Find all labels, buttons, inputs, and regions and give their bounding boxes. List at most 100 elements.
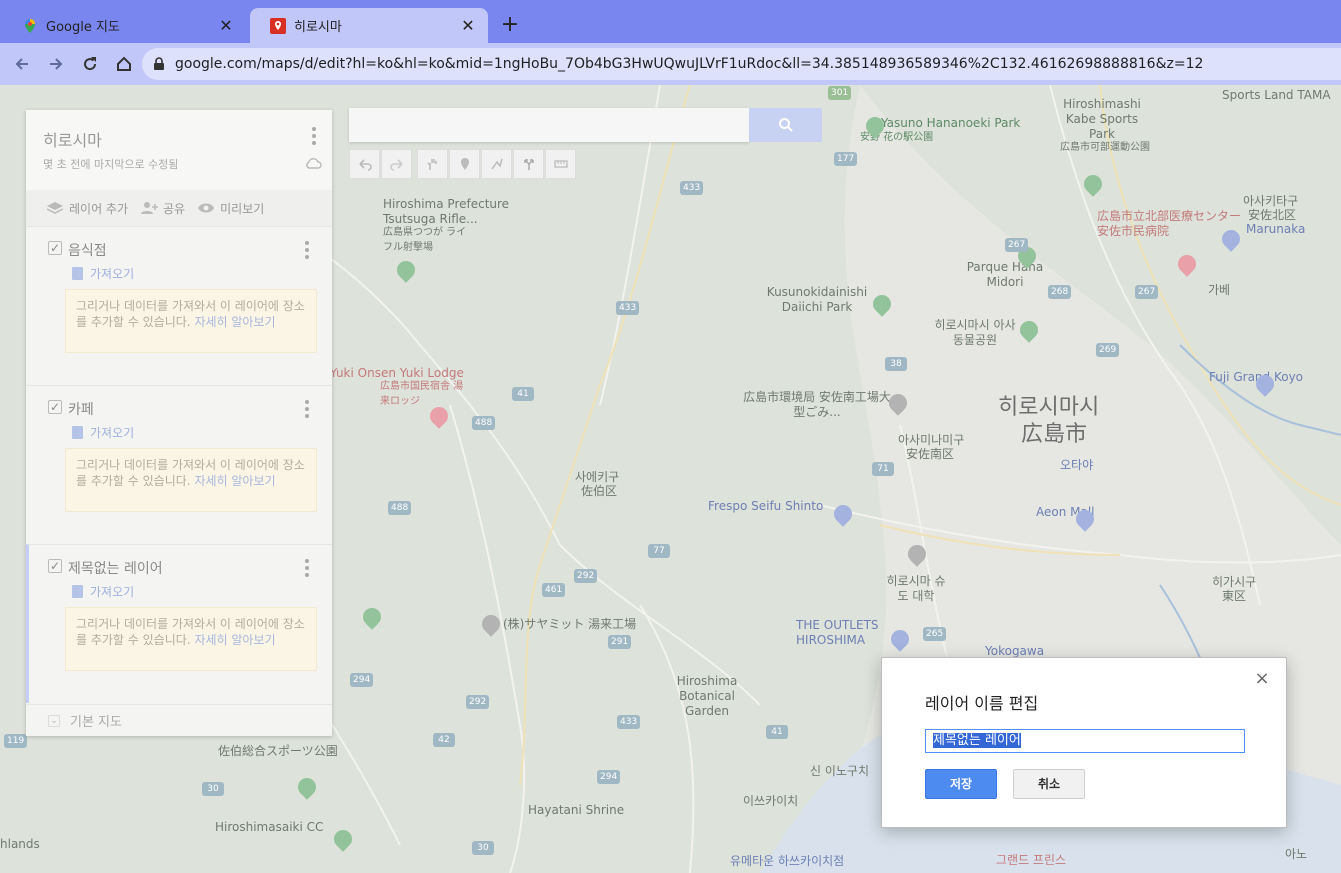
cancel-button[interactable]: 취소 [1013, 769, 1085, 799]
share-button[interactable]: 공유 [140, 200, 185, 217]
back-button[interactable] [6, 48, 38, 80]
base-map-toggle[interactable]: ⌄ 기본 지도 [26, 704, 332, 736]
map-label-saeki-sports: 佐伯総合スポーツ公園 [218, 744, 338, 758]
layer-visibility-checkbox[interactable]: ✓ [48, 559, 62, 573]
layer-name-input[interactable]: 제목없는 레이어 [925, 729, 1245, 753]
preview-button[interactable]: 미리보기 [197, 200, 264, 217]
route-shield: 294 [597, 770, 621, 784]
map-search-input[interactable] [349, 108, 749, 142]
layer-name[interactable]: 카페 [68, 399, 94, 419]
add-layer-button[interactable]: 레이어 추가 [46, 200, 128, 217]
learn-more-link[interactable]: 자세히 알아보기 [194, 474, 275, 488]
route-shield: 268 [1048, 285, 1072, 299]
layer-item-selected: ✓ 제목없는 레이어 가져오기 그리거나 데이터를 가져와서 이 레이어에 장소… [26, 544, 332, 703]
drawing-toolbar [349, 149, 577, 179]
route-shield: 292 [574, 569, 598, 583]
layer-name[interactable]: 음식점 [68, 240, 107, 260]
route-shield: 433 [617, 715, 641, 729]
draw-line-icon [490, 158, 503, 170]
route-shield: 71 [872, 462, 894, 476]
browser-tab-bar: Google 지도 ✕ 히로시마 ✕ + [0, 0, 1341, 43]
map-label-akitakita-jp: 安佐北区 [1248, 208, 1297, 222]
map-label-gabe: 가베 [1208, 283, 1231, 297]
learn-more-link[interactable]: 자세히 알아보기 [194, 315, 275, 329]
import-link[interactable]: 가져오기 [72, 265, 134, 282]
map-label-higashi-jp: 東区 [1222, 589, 1247, 603]
reload-button[interactable] [74, 48, 106, 80]
import-file-icon [72, 426, 83, 439]
import-label: 가져오기 [90, 426, 135, 440]
tab-google-maps[interactable]: Google 지도 ✕ [2, 8, 246, 43]
map-label-env: 広島市環境局 安佐南工場大型ごみ... [743, 390, 891, 419]
tab-close-icon[interactable]: ✕ [460, 16, 476, 35]
base-map-label: 기본 지도 [70, 715, 122, 730]
map-label-rifle-jp: 広島県つつが ライフル射撃場 [383, 227, 467, 253]
layer-empty-note: 그리거나 데이터를 가져와서 이 레이어에 장소를 추가할 수 있습니다. 자세… [65, 289, 317, 353]
tab-hiroshima[interactable]: 히로시마 ✕ [250, 8, 488, 43]
map-label-kabe-jp: 広島市可部運動公園 [1060, 142, 1150, 153]
learn-more-link[interactable]: 자세히 알아보기 [194, 633, 275, 647]
lock-icon [154, 57, 164, 70]
add-marker-button[interactable] [449, 149, 480, 179]
map-label-outlets: THE OUTLETS HIROSHIMA [796, 618, 879, 647]
forward-button[interactable] [40, 48, 72, 80]
save-button[interactable]: 저장 [925, 769, 997, 799]
redo-icon [389, 159, 403, 171]
layer-name[interactable]: 제목없는 레이어 [68, 558, 163, 578]
map-label-botanical: Hiroshima Botanical Garden [676, 674, 738, 718]
close-icon[interactable]: × [1254, 670, 1270, 688]
map-label-yuki-jp: 広島市国民宿舎 湯来ロッジ [380, 381, 464, 407]
selected-input-text: 제목없는 레이어 [933, 733, 1021, 748]
measure-button[interactable] [545, 149, 576, 179]
map-label-saeki: 사에키구 [575, 470, 620, 484]
route-shield: 41 [512, 387, 534, 401]
draw-line-button[interactable] [481, 149, 512, 179]
panel-actions: 레이어 추가 공유 미리보기 [26, 190, 332, 226]
panel-header: 히로시마 몇 초 전에 마지막으로 수정됨 [26, 110, 332, 190]
route-shield: 291 [608, 635, 632, 649]
layer-visibility-checkbox[interactable]: ✓ [48, 400, 62, 414]
new-tab-button[interactable]: + [498, 12, 522, 38]
map-title[interactable]: 히로시마 [43, 127, 102, 151]
map-label-hayatani: Hayatani Shrine [528, 803, 625, 817]
hand-icon [426, 159, 437, 170]
marker-icon [460, 158, 469, 170]
import-link[interactable]: 가져오기 [72, 583, 134, 600]
redo-button[interactable] [381, 149, 412, 179]
route-shield: 267 [1135, 285, 1159, 299]
route-shield: 269 [1096, 343, 1120, 357]
search-button[interactable] [749, 108, 822, 142]
map-label-grandprince: 그랜드 프린스 [996, 853, 1067, 867]
map-label-ohta: 오타야 [1060, 458, 1094, 472]
layer-options-menu-icon[interactable] [304, 400, 310, 418]
google-maps-favicon-icon [25, 18, 35, 33]
arrow-right-icon [50, 58, 63, 70]
undo-button[interactable] [349, 149, 380, 179]
cloud-saved-icon [306, 158, 322, 169]
layer-options-menu-icon[interactable] [304, 241, 310, 259]
add-layer-label: 레이어 추가 [69, 201, 129, 216]
route-shield: 42 [433, 733, 455, 747]
pan-tool-button[interactable] [417, 149, 448, 179]
map-label-sports-land: Sports Land TAMA [1222, 88, 1331, 102]
map-label-kabe: Hiroshimashi Kabe Sports Park [1063, 97, 1141, 141]
browser-toolbar: google.com/maps/d/edit?hl=ko&hl=ko&mid=1… [0, 43, 1341, 85]
layer-visibility-checkbox[interactable]: ✓ [48, 241, 62, 255]
layer-options-menu-icon[interactable] [304, 559, 310, 577]
my-maps-favicon-icon [270, 17, 286, 34]
map-label-city-jp: 広島市 [1021, 422, 1088, 447]
home-icon [117, 56, 131, 71]
home-button[interactable] [108, 48, 140, 80]
directions-button[interactable] [513, 149, 544, 179]
map-label-frespo: Frespo Seifu Shinto [708, 499, 824, 513]
route-shield: 30 [202, 782, 224, 796]
map-options-menu-icon[interactable] [311, 127, 317, 145]
address-bar[interactable]: google.com/maps/d/edit?hl=ko&hl=ko&mid=1… [142, 48, 1341, 80]
map-label-zoo: 히로시마시 아사 동물공원 [934, 318, 1016, 347]
layer-empty-note: 그리거나 데이터를 가져와서 이 레이어에 장소를 추가할 수 있습니다. 자세… [65, 607, 317, 671]
tab-close-icon[interactable]: ✕ [218, 16, 234, 35]
map-label-asaminami-jp: 安佐南区 [906, 447, 955, 461]
ruler-icon [553, 160, 568, 168]
reload-icon [84, 57, 97, 71]
import-link[interactable]: 가져오기 [72, 424, 134, 441]
